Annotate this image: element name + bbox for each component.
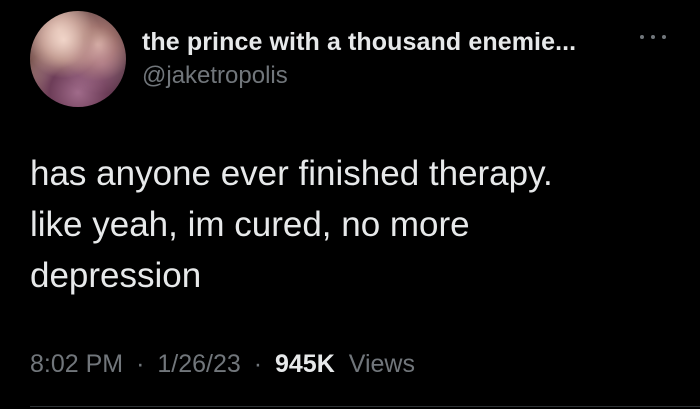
tweet-text: has anyone ever finished therapy. like y… [30,148,670,301]
more-horizontal-icon[interactable] [640,30,666,44]
avatar-photo [30,11,126,107]
tweet-text-line: depression [30,256,202,295]
meta-separator: · [253,350,263,378]
views-count[interactable]: 945K [275,350,335,378]
user-handle[interactable]: @jaketropolis [142,62,288,90]
views-label: Views [348,350,415,378]
more-dot [651,35,655,39]
display-name[interactable]: the prince with a thousand enemie... [142,28,576,57]
tweet-date[interactable]: 1/26/23 [157,350,240,378]
tweet-time[interactable]: 8:02 PM [30,350,123,378]
meta-separator: · [136,350,145,378]
more-dot [640,35,644,39]
tweet-text-line: has anyone ever finished therapy. [30,154,553,193]
tweet-meta: 8:02 PM · 1/26/23 · 945K Views [30,350,415,379]
more-dot [662,35,666,39]
tweet: the prince with a thousand enemie... @ja… [0,0,700,409]
tweet-text-line: like yeah, im cured, no more [30,205,470,244]
avatar[interactable] [30,11,126,107]
divider [30,406,700,407]
